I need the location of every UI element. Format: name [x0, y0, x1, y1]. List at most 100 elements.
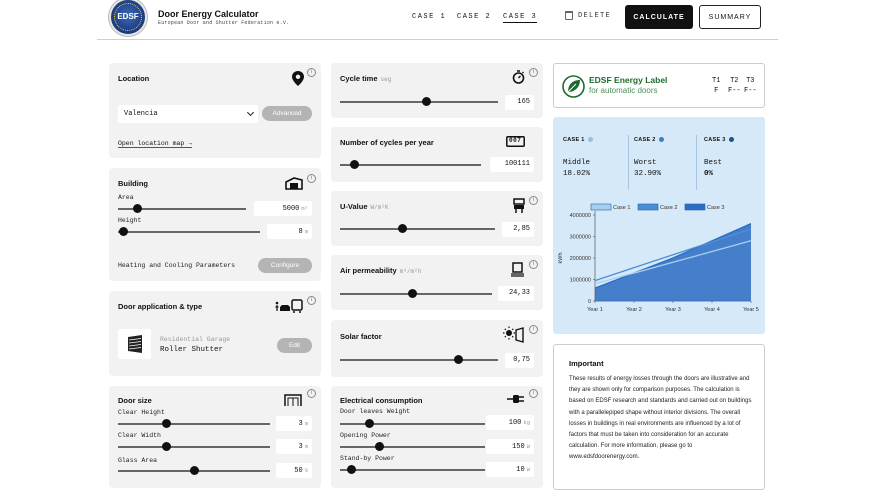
clear-width-field[interactable]: 3m	[276, 439, 312, 454]
u-value-unit: W/m²K	[370, 204, 389, 211]
air-permeability-knob[interactable]	[408, 289, 418, 298]
solar-factor-field[interactable]: 0,75	[505, 353, 534, 368]
cycle-time-field[interactable]: 165	[505, 95, 534, 110]
height-slider[interactable]	[118, 227, 260, 236]
u-value-info-icon[interactable]: i	[529, 196, 538, 205]
opening-power-field[interactable]: 150 W	[486, 439, 534, 454]
door-weight-label: Door leaves Weight	[340, 408, 411, 415]
standby-power-field[interactable]: 10 W	[486, 462, 534, 477]
air-permeability-card: Air permeability m³/m²h i 24,33	[331, 255, 543, 310]
door-application-card: Door application & type i Residential Ga…	[109, 291, 321, 376]
cycle-time-unit: seg	[380, 76, 392, 83]
glass-area-label: Glass Area	[118, 457, 158, 464]
cycle-time-slider[interactable]	[340, 97, 498, 106]
opening-power-label: Opening Power	[340, 432, 391, 439]
glass-area-field[interactable]: 50%	[276, 463, 312, 478]
x-tick-label: Year 3	[665, 307, 681, 313]
u-value-knob[interactable]	[397, 224, 407, 233]
clear-width-slider[interactable]	[118, 442, 270, 451]
configure-button[interactable]: Configure	[258, 258, 312, 273]
u-value-field[interactable]: 2,85	[502, 222, 534, 237]
cycles-per-year-title: Number of cycles per year	[340, 138, 434, 147]
standby-power-slider[interactable]	[340, 465, 485, 474]
counter-icon-digits: 007	[509, 137, 522, 144]
electrical-info-icon[interactable]: i	[529, 389, 538, 398]
height-unit: m	[304, 228, 308, 235]
location-info-icon[interactable]: i	[307, 68, 316, 77]
glass-area-knob[interactable]	[189, 466, 199, 475]
opening-power-knob[interactable]	[374, 442, 384, 451]
standby-power-knob[interactable]	[347, 465, 357, 474]
x-tick-label: Year 5	[743, 307, 759, 313]
case-divider-2	[696, 135, 697, 190]
door-weight-value: 100	[508, 419, 522, 427]
heating-cooling-label: Heating and Cooling Parameters	[118, 262, 236, 269]
edit-door-button[interactable]: Edit	[277, 338, 312, 353]
clear-height-knob[interactable]	[162, 419, 172, 428]
door-size-title: Door size	[118, 396, 152, 405]
door-weight-knob[interactable]	[364, 419, 374, 428]
summary-case-2-head: CASE 2	[634, 137, 664, 143]
air-permeability-info-icon[interactable]: i	[529, 260, 538, 269]
tab-case-1[interactable]: CASE 1	[412, 13, 446, 21]
cycles-per-year-field[interactable]: 100111	[490, 157, 534, 172]
delete-button[interactable]: DELETE	[565, 11, 611, 20]
air-permeability-field[interactable]: 24,33	[498, 286, 534, 301]
door-application-info-icon[interactable]: i	[307, 296, 316, 305]
area-value-field[interactable]: 5000 m²	[254, 201, 312, 216]
clear-height-unit: m	[304, 420, 308, 427]
summary-case-1-pct: 18.02%	[563, 170, 591, 178]
cycles-per-year-knob[interactable]	[349, 160, 359, 169]
results-chart-panel: CASE 1 CASE 2 CASE 3 Middle 18.02% Worst…	[553, 117, 765, 334]
summary-case-2-label: CASE 2	[634, 137, 656, 143]
air-permeability-slider[interactable]	[340, 289, 492, 298]
tab-case-3[interactable]: CASE 3	[503, 13, 538, 23]
height-value-field[interactable]: 8m	[267, 224, 312, 239]
door-insulation-icon	[513, 198, 525, 213]
tab-case-2[interactable]: CASE 2	[457, 13, 491, 21]
cycle-time-title: Cycle time seg	[340, 74, 391, 83]
t3-head: T3	[746, 77, 755, 85]
building-info-icon[interactable]: i	[307, 174, 316, 183]
area-slider-knob[interactable]	[132, 204, 142, 213]
height-value: 8	[298, 228, 303, 236]
location-select[interactable]: Valencia	[118, 105, 258, 123]
cycles-per-year-slider[interactable]	[340, 160, 481, 169]
u-value-title: U-Value W/m²K	[340, 202, 389, 211]
open-location-map-link[interactable]: Open location map →	[118, 140, 193, 148]
location-selected: Valencia	[124, 110, 158, 118]
solar-factor-slider[interactable]	[340, 355, 498, 364]
clear-width-knob[interactable]	[162, 442, 172, 451]
cycle-time-info-icon[interactable]: i	[529, 68, 538, 77]
solar-factor-info-icon[interactable]: i	[529, 325, 538, 334]
summary-case-2-name: Worst	[634, 159, 657, 167]
summary-case-1-name: Middle	[563, 159, 591, 167]
edsf-logo[interactable]: EDSF	[109, 0, 147, 36]
area-slider[interactable]	[118, 204, 246, 213]
clear-height-slider[interactable]	[118, 419, 270, 428]
opening-power-unit: W	[526, 443, 530, 450]
roller-shutter-icon	[128, 335, 142, 353]
opening-power-slider[interactable]	[340, 442, 485, 451]
door-weight-field[interactable]: 100 kg	[486, 415, 534, 430]
height-slider-knob[interactable]	[119, 227, 129, 236]
cycle-time-title-text: Cycle time	[340, 74, 378, 83]
summary-case-3-head: CASE 3	[704, 137, 734, 143]
cycle-time-knob[interactable]	[422, 97, 432, 106]
door-type-value: Roller Shutter	[160, 346, 224, 354]
u-value-slider[interactable]	[340, 224, 495, 233]
solar-factor-knob[interactable]	[454, 355, 463, 364]
advanced-button[interactable]: Advanced	[262, 106, 312, 121]
door-weight-slider[interactable]	[340, 419, 485, 428]
t2-head: T2	[730, 77, 739, 85]
edsf-leaf-logo-icon	[562, 75, 585, 98]
y-tick-label: 2000000	[570, 256, 591, 262]
calculate-button[interactable]: CALCULATE	[625, 5, 693, 29]
legend-swatch-3	[684, 203, 706, 211]
glass-area-slider[interactable]	[118, 466, 270, 475]
door-size-info-icon[interactable]: i	[307, 389, 316, 398]
header-divider	[97, 39, 778, 40]
standby-power-label: Stand-by Power	[340, 455, 395, 462]
clear-height-field[interactable]: 3m	[276, 416, 312, 431]
summary-button[interactable]: SUMMARY	[699, 5, 761, 29]
